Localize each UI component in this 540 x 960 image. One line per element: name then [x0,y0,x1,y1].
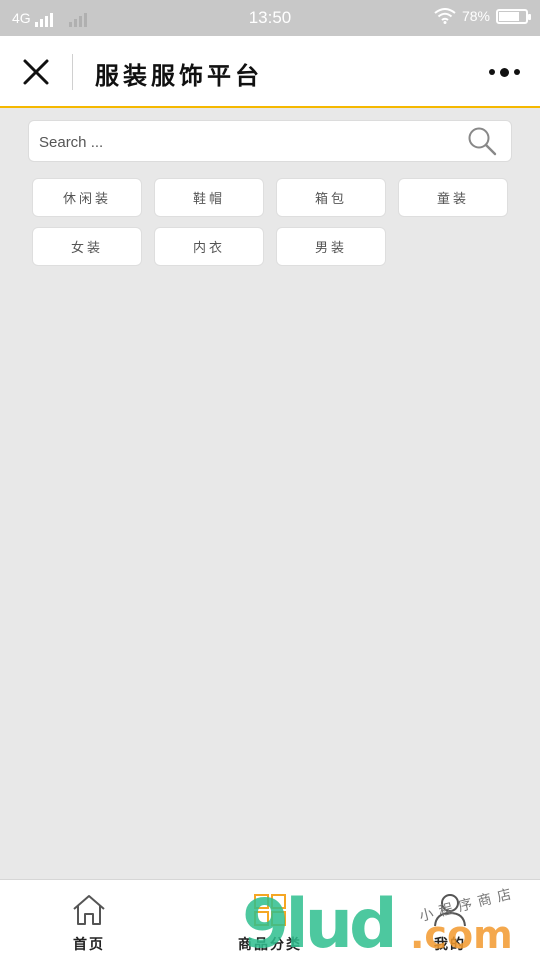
grid-icon [254,894,286,926]
page-title: 服装服饰平台 [95,61,263,90]
title-divider [72,54,73,90]
user-icon [434,894,466,927]
search-icon[interactable] [467,126,497,156]
status-bar: 4G 13:50 78% [0,0,540,36]
search-bar[interactable] [28,120,512,162]
category-button-shoes-hats[interactable]: 鞋帽 [154,178,264,217]
tab-me-label: 我的 [434,937,466,953]
tab-bar: 首页 商品分类 我的 [0,879,540,960]
tab-categories-label: 商品分类 [238,937,302,953]
category-button-women[interactable]: 女装 [32,227,142,266]
category-button-underwear[interactable]: 内衣 [154,227,264,266]
category-button-casual[interactable]: 休闲装 [32,178,142,217]
status-right: 78% [434,8,531,24]
close-button[interactable] [20,56,52,88]
battery-icon [496,8,531,24]
tab-categories[interactable]: 商品分类 [210,890,330,956]
search-input[interactable] [39,129,439,155]
category-grid: 休闲装 鞋帽 箱包 童装 女装 内衣 男装 [32,178,512,266]
tab-home-label: 首页 [73,937,105,953]
tab-me[interactable]: 我的 [390,890,510,956]
category-button-bags[interactable]: 箱包 [276,178,386,217]
close-icon [23,59,49,85]
wifi-icon [434,8,456,24]
tab-home[interactable]: 首页 [29,890,149,956]
home-icon [73,895,105,925]
battery-percent: 78% [461,8,490,24]
title-bar: 服装服饰平台 [0,36,540,108]
more-icon [488,69,495,75]
more-button[interactable] [484,60,524,84]
category-button-kids[interactable]: 童装 [398,178,508,217]
category-button-men[interactable]: 男装 [276,227,386,266]
